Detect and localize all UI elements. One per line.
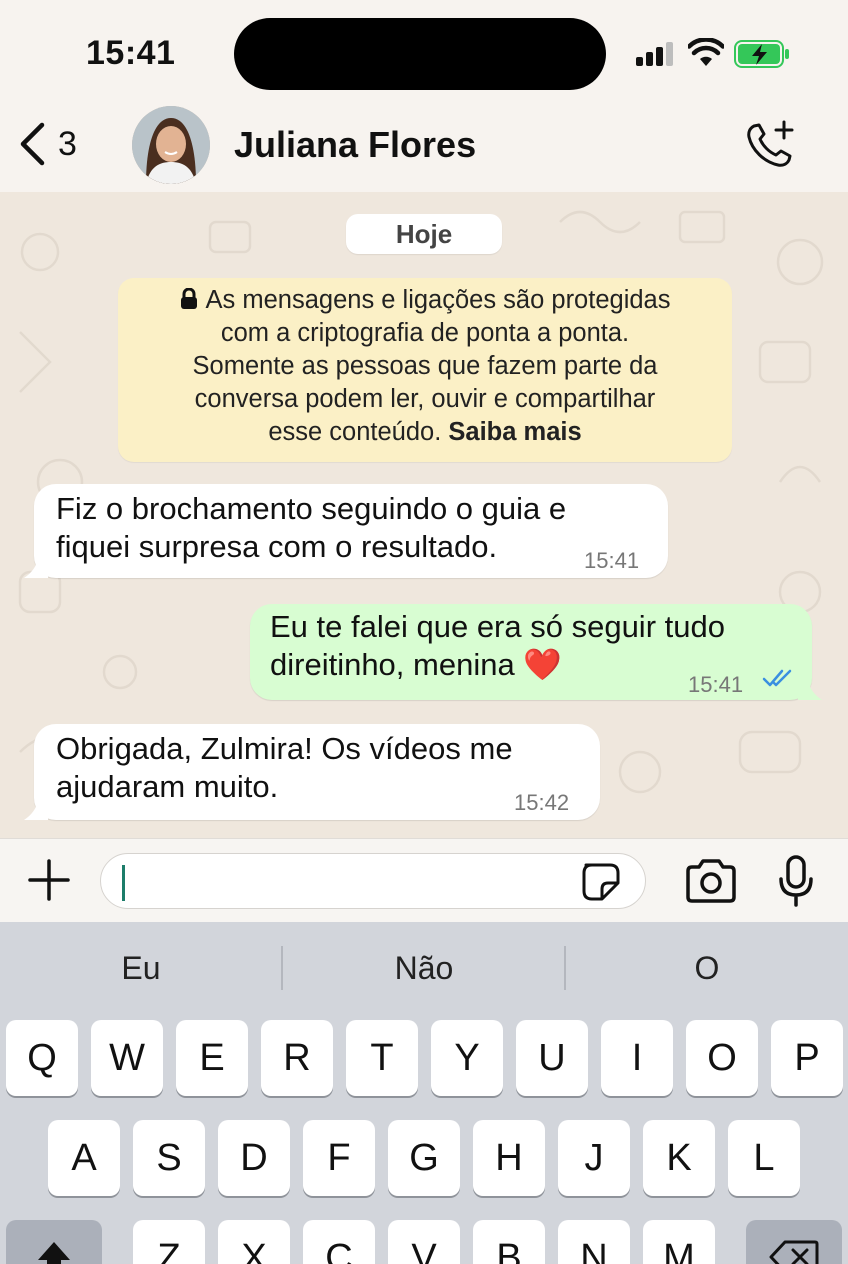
encryption-notice-line: esse conteúdo. Saiba mais — [118, 416, 732, 449]
key-e[interactable]: E — [176, 1020, 248, 1096]
keyboard: Eu Não O Q W E R T Y U I O P A S D F G H… — [0, 922, 848, 1264]
chevron-left-icon — [20, 122, 45, 166]
key-c[interactable]: C — [303, 1220, 375, 1264]
camera-icon[interactable] — [684, 859, 738, 903]
suggestion-3[interactable]: O — [566, 950, 848, 987]
predictive-bar: Eu Não O — [0, 922, 848, 1014]
message-outgoing[interactable]: Eu te falei que era só seguir tudo direi… — [250, 604, 822, 700]
message-composer — [0, 838, 848, 922]
plus-icon[interactable] — [28, 859, 70, 901]
suggestion-2[interactable]: Não — [283, 950, 565, 987]
key-y[interactable]: Y — [431, 1020, 503, 1096]
message-time: 15:42 — [514, 790, 570, 815]
key-f[interactable]: F — [303, 1120, 375, 1196]
message-incoming[interactable]: Obrigada, Zulmira! Os vídeos me ajudaram… — [24, 724, 600, 820]
key-j[interactable]: J — [558, 1120, 630, 1196]
message-time: 15:41 — [584, 548, 640, 573]
bubble-tail — [798, 680, 822, 700]
key-a[interactable]: A — [48, 1120, 120, 1196]
learn-more-link[interactable]: Saiba mais — [448, 418, 581, 446]
chat-header: 3 Juliana Flores — [0, 100, 848, 192]
key-x[interactable]: X — [218, 1220, 290, 1264]
message-text: Obrigada, Zulmira! Os vídeos me — [56, 731, 513, 766]
unread-count: 3 — [58, 124, 77, 163]
key-m[interactable]: M — [643, 1220, 715, 1264]
microphone-icon[interactable] — [778, 855, 814, 907]
key-v[interactable]: V — [388, 1220, 460, 1264]
encryption-notice-line: com a criptografia de ponta a ponta. — [220, 319, 630, 347]
backspace-icon — [769, 1240, 819, 1264]
key-n[interactable]: N — [558, 1220, 630, 1264]
key-h[interactable]: H — [473, 1120, 545, 1196]
double-check-icon — [762, 669, 792, 687]
encryption-notice-text: As mensagens e ligações são protegidas — [205, 286, 671, 314]
message-text: fiquei surpresa com o resultado. — [56, 529, 498, 564]
key-r[interactable]: R — [261, 1020, 333, 1096]
wifi-icon — [688, 38, 724, 66]
back-button[interactable]: 3 — [18, 122, 77, 166]
key-l[interactable]: L — [728, 1120, 800, 1196]
message-input[interactable] — [100, 853, 646, 909]
text-caret — [122, 865, 125, 901]
key-t[interactable]: T — [346, 1020, 418, 1096]
key-w[interactable]: W — [91, 1020, 163, 1096]
encryption-notice[interactable]: As mensagens e ligações são protegidas c… — [118, 278, 732, 462]
suggestion-1[interactable]: Eu — [0, 950, 282, 987]
encryption-notice-text: esse conteúdo. — [268, 418, 442, 446]
status-time: 15:41 — [86, 34, 176, 72]
status-bar: 15:41 — [0, 0, 848, 100]
avatar[interactable] — [132, 106, 210, 184]
shift-key[interactable] — [6, 1220, 102, 1264]
phone-plus-icon[interactable] — [744, 118, 798, 172]
message-text: Fiz o brochamento seguindo o guia e — [56, 491, 567, 526]
key-d[interactable]: D — [218, 1120, 290, 1196]
encryption-notice-line: As mensagens e ligações são protegidas — [118, 284, 732, 317]
message-incoming[interactable]: Fiz o brochamento seguindo o guia e fiqu… — [24, 484, 668, 578]
key-o[interactable]: O — [686, 1020, 758, 1096]
key-u[interactable]: U — [516, 1020, 588, 1096]
key-p[interactable]: P — [771, 1020, 843, 1096]
encryption-notice-line: Somente as pessoas que fazem parte da — [192, 352, 658, 380]
key-b[interactable]: B — [473, 1220, 545, 1264]
key-k[interactable]: K — [643, 1120, 715, 1196]
key-z[interactable]: Z — [133, 1220, 205, 1264]
encryption-notice-line: conversa podem ler, ouvir e compartilhar — [194, 385, 656, 413]
lock-icon — [180, 288, 197, 309]
bubble-tail — [24, 558, 48, 578]
cellular-signal-icon — [636, 42, 676, 66]
contact-photo — [132, 106, 210, 184]
date-separator: Hoje — [346, 214, 502, 254]
bubble-tail — [24, 800, 48, 820]
chat-area[interactable]: Hoje As mensagens e ligações são protegi… — [0, 192, 848, 838]
key-s[interactable]: S — [133, 1120, 205, 1196]
key-i[interactable]: I — [601, 1020, 673, 1096]
shift-icon — [38, 1242, 70, 1264]
dynamic-island — [234, 18, 606, 90]
battery-charging-icon — [734, 40, 789, 68]
key-g[interactable]: G — [388, 1120, 460, 1196]
backspace-key[interactable] — [746, 1220, 842, 1264]
message-time: 15:41 — [688, 672, 744, 697]
key-q[interactable]: Q — [6, 1020, 78, 1096]
message-text: Eu te falei que era só seguir tudo — [270, 609, 725, 644]
contact-name[interactable]: Juliana Flores — [234, 124, 476, 166]
sticker-icon[interactable] — [580, 861, 622, 903]
